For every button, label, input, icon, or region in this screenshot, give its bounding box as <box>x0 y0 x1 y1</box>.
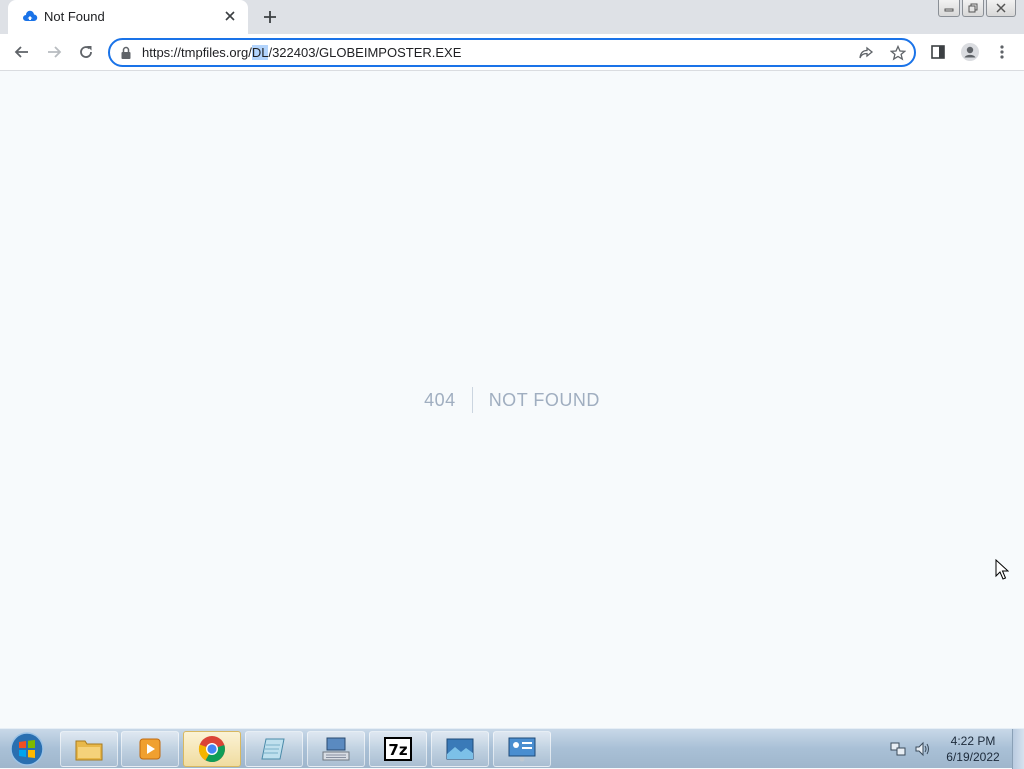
back-button[interactable] <box>8 38 36 66</box>
clock[interactable]: 4:22 PM 6/19/2022 <box>936 733 1010 765</box>
7zip-icon: 7z <box>384 737 412 761</box>
page-content: 404 NOT FOUND <box>0 71 1024 728</box>
restore-button[interactable] <box>962 0 984 17</box>
url-suffix: /322403/GLOBEIMPOSTER.EXE <box>268 45 462 60</box>
show-desktop-button[interactable] <box>1012 729 1024 769</box>
minimize-icon <box>944 8 954 12</box>
network-icon[interactable] <box>890 741 906 757</box>
close-tab-icon[interactable] <box>220 6 240 26</box>
reload-button[interactable] <box>72 38 100 66</box>
chrome-icon <box>198 736 225 763</box>
browser-tab[interactable]: Not Found <box>8 0 248 34</box>
taskbar-explorer[interactable] <box>60 731 118 767</box>
error-code: 404 <box>424 389 456 410</box>
media-player-icon <box>139 738 161 760</box>
windows-start-orb-icon <box>10 732 44 766</box>
close-icon <box>996 3 1006 13</box>
start-button[interactable] <box>4 730 50 768</box>
menu-button[interactable] <box>988 38 1016 66</box>
7zip-label: 7z <box>388 741 407 759</box>
reload-icon <box>80 46 92 58</box>
address-bar[interactable]: https://tmpfiles.org/DL/322403/GLOBEIMPO… <box>108 38 916 67</box>
new-tab-button[interactable] <box>258 5 282 29</box>
clock-time: 4:22 PM <box>950 734 996 748</box>
volume-icon[interactable] <box>914 741 930 757</box>
cloud-upload-icon <box>23 10 38 21</box>
restore-icon <box>968 3 978 13</box>
taskbar-control-panel[interactable] <box>493 731 551 767</box>
error-message-block: 404 NOT FOUND <box>0 387 1024 413</box>
taskbar-photo-viewer[interactable] <box>431 731 489 767</box>
error-text: NOT FOUND <box>488 389 600 410</box>
side-panel-button[interactable] <box>924 38 952 66</box>
mouse-pointer-icon <box>995 559 1009 580</box>
taskbar: 7z 4:22 PM 6/19/2022 <box>0 728 1024 769</box>
url-selection: DL <box>251 45 269 60</box>
photo-viewer-icon <box>446 738 474 760</box>
minimize-button[interactable] <box>938 0 960 17</box>
url-text[interactable]: https://tmpfiles.org/DL/322403/GLOBEIMPO… <box>142 45 461 60</box>
arrow-left-icon <box>14 46 28 58</box>
url-prefix: https://tmpfiles.org/ <box>142 45 252 60</box>
control-panel-icon <box>508 737 536 762</box>
notepad-icon <box>261 738 285 760</box>
taskbar-keyboard-monitor[interactable] <box>307 731 365 767</box>
bookmark-star-icon[interactable] <box>890 45 906 61</box>
profile-button[interactable] <box>956 38 984 66</box>
taskbar-chrome[interactable] <box>183 731 241 767</box>
taskbar-notepad[interactable] <box>245 731 303 767</box>
tab-strip: Not Found <box>0 0 1024 34</box>
clock-date: 6/19/2022 <box>946 750 1000 764</box>
browser-toolbar: https://tmpfiles.org/DL/322403/GLOBEIMPO… <box>0 34 1024 71</box>
kebab-menu-icon <box>1000 45 1004 59</box>
tab-title: Not Found <box>44 9 105 24</box>
arrow-right-icon <box>48 46 62 58</box>
plus-icon <box>264 11 276 23</box>
windows-explorer-icon <box>75 740 103 761</box>
window-controls <box>938 0 1016 18</box>
taskbar-7zip[interactable]: 7z <box>369 731 427 767</box>
keyboard-monitor-icon <box>322 737 350 761</box>
forward-button[interactable] <box>40 38 68 66</box>
profile-avatar-icon <box>961 43 979 61</box>
lock-icon[interactable] <box>120 46 132 60</box>
side-panel-icon <box>931 45 945 59</box>
close-window-button[interactable] <box>986 0 1016 17</box>
taskbar-media-player[interactable] <box>121 731 179 767</box>
share-icon[interactable] <box>858 45 874 61</box>
